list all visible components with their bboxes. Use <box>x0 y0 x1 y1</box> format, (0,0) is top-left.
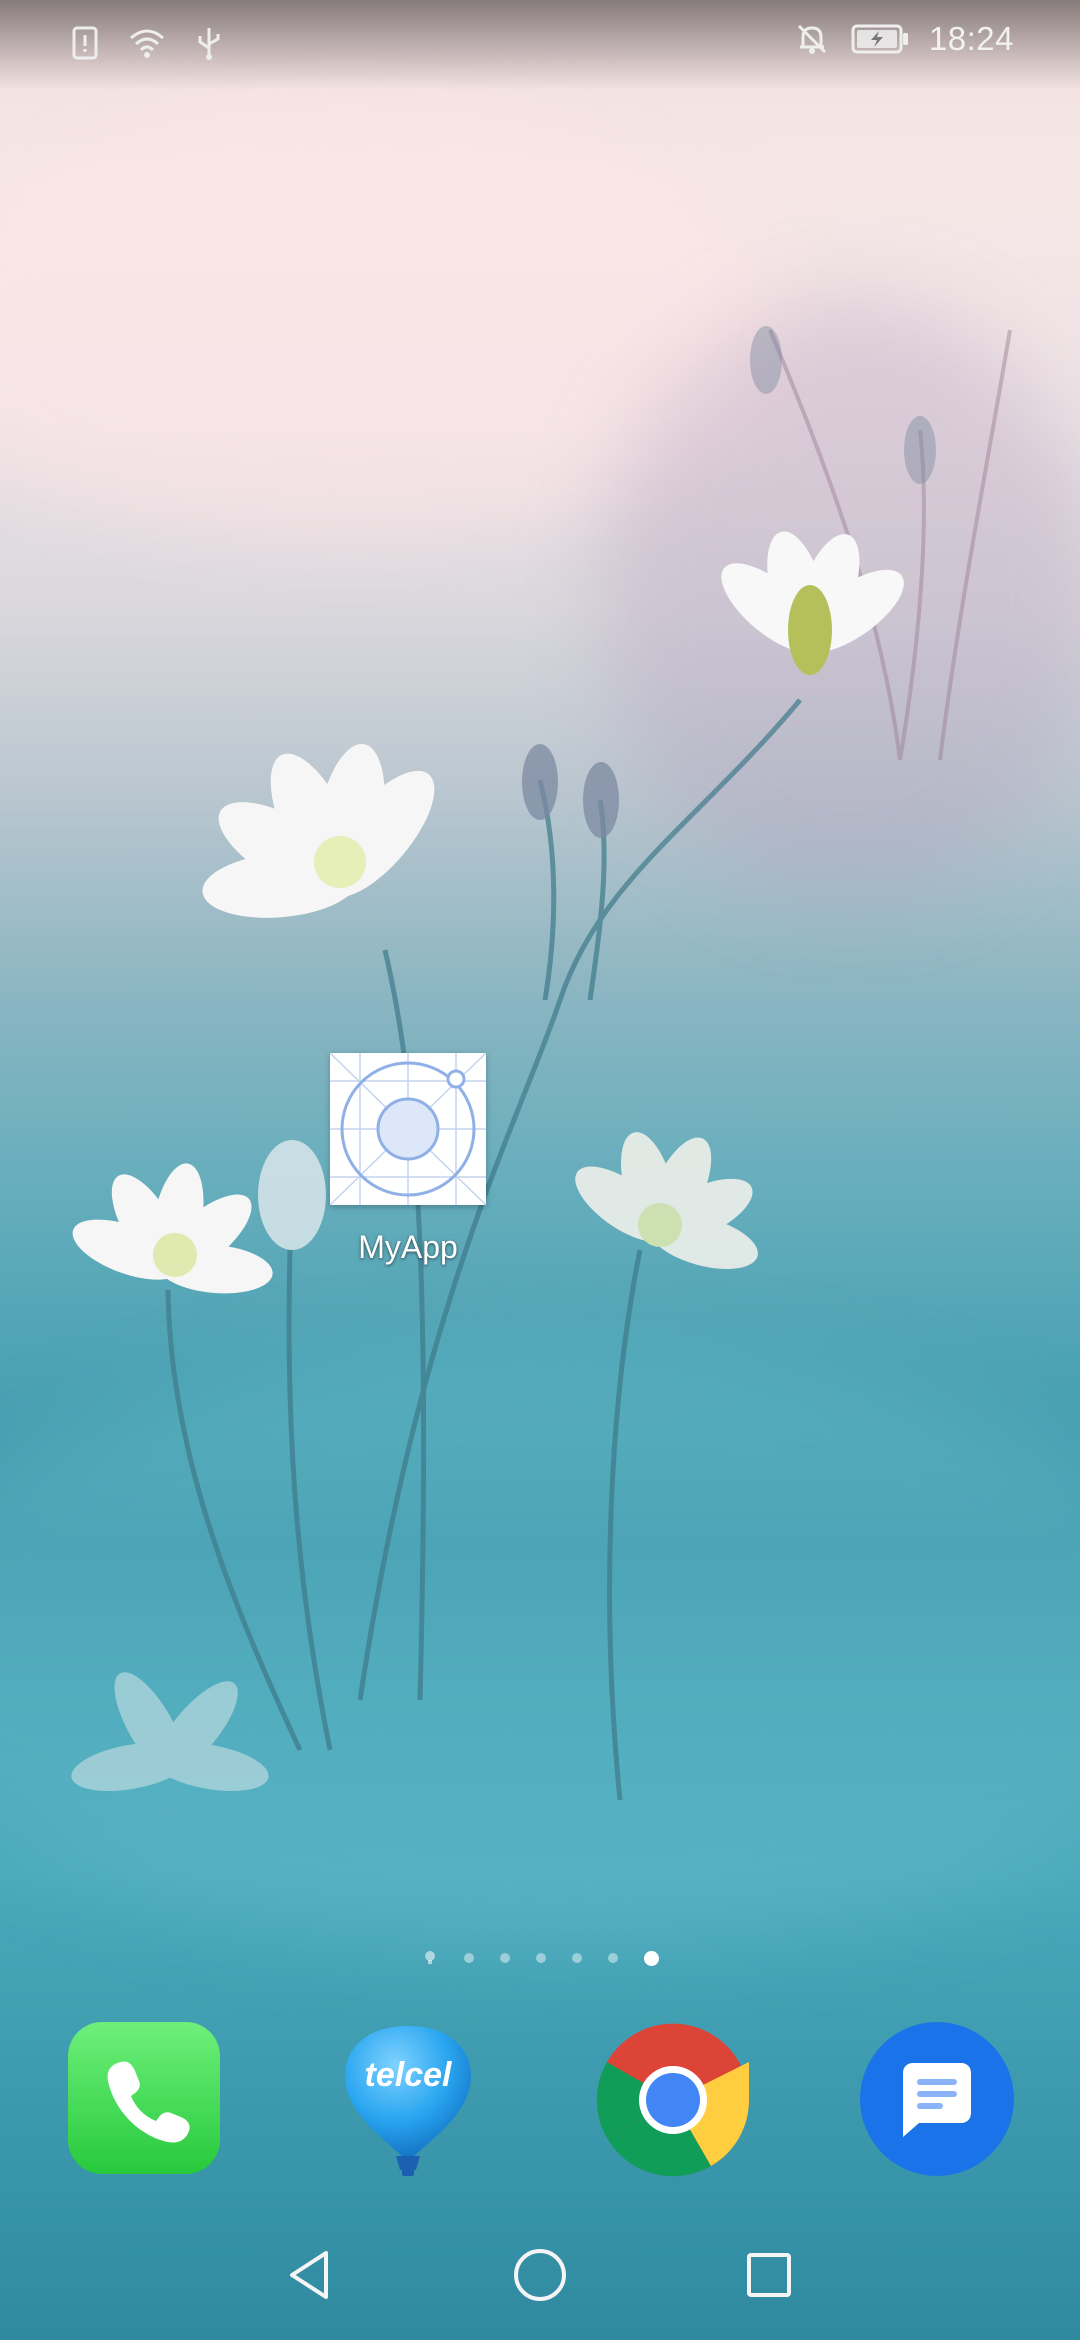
messages-tile[interactable] <box>860 2022 1014 2176</box>
page-dot <box>463 1953 474 1963</box>
app-shortcut-myapp[interactable]: MyApp <box>329 1052 487 1266</box>
page-dot <box>571 1953 582 1963</box>
nav-home-button[interactable] <box>495 2230 585 2320</box>
home-page-dot-icon <box>424 1951 435 1964</box>
home-circle-icon <box>514 2249 566 2301</box>
status-bar-left <box>66 24 228 62</box>
status-time: 18:24 <box>928 20 1014 57</box>
dock-messages[interactable] <box>860 2022 1016 2178</box>
usb-icon <box>198 28 220 60</box>
wifi-icon <box>130 29 164 58</box>
nav-recents-button[interactable] <box>724 2230 814 2320</box>
notifications-off-icon <box>797 24 826 54</box>
page-indicator[interactable] <box>0 1950 1080 1966</box>
app-label: MyApp <box>358 1229 458 1265</box>
telcel-icon: telcel <box>345 2026 471 2176</box>
sim-alert-icon <box>72 26 98 60</box>
battery-charging-icon <box>851 24 908 54</box>
telcel-logo-text: telcel <box>365 2056 453 2094</box>
wallpaper-flowers <box>71 326 1012 1801</box>
page-dot <box>499 1953 510 1963</box>
chrome-icon <box>596 2023 750 2177</box>
messages-icon <box>903 2063 971 2137</box>
phone-icon <box>107 2061 190 2143</box>
navigation-bar <box>0 2230 1080 2330</box>
nav-back-button[interactable] <box>265 2230 355 2320</box>
dock-chrome[interactable] <box>595 2022 751 2178</box>
page-dot <box>535 1953 546 1963</box>
dock-telcel[interactable]: telcel <box>330 2022 486 2178</box>
myapp-tile[interactable] <box>329 1052 487 1206</box>
status-bar: 18:24 <box>0 0 1080 90</box>
dock: telcel <box>0 2022 1080 2178</box>
back-triangle-icon <box>290 2251 328 2299</box>
home-screen: 18:24 MyApp telcel <box>0 0 1080 2340</box>
page-dot <box>607 1953 618 1963</box>
phone-tile[interactable] <box>68 2022 220 2174</box>
dock-phone[interactable] <box>68 2022 224 2178</box>
recents-square-icon <box>747 2253 791 2297</box>
myapp-icon <box>329 1052 487 1206</box>
status-bar-right: 18:24 <box>793 20 1014 58</box>
page-dot-active <box>643 1950 659 1966</box>
